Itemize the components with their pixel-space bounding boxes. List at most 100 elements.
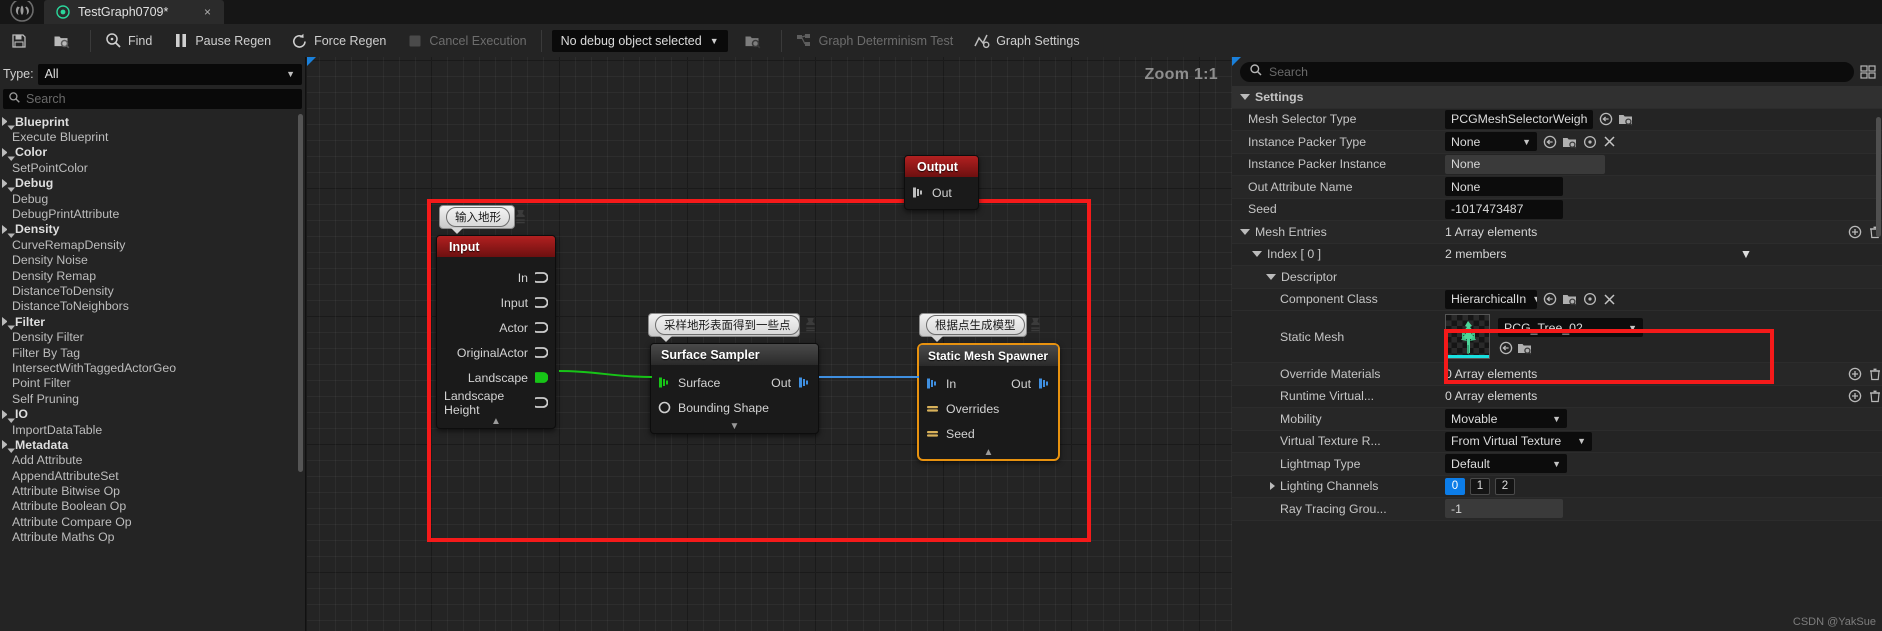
browse-content-button[interactable] — [43, 24, 86, 57]
pin-icon[interactable] — [531, 321, 549, 334]
node-static-mesh-spawner-seed[interactable]: Seed — [919, 421, 1058, 446]
close-icon[interactable] — [1602, 292, 1617, 307]
chevron-down-icon[interactable] — [1252, 251, 1262, 258]
value-dropdown[interactable]: Default ▼ — [1445, 454, 1567, 474]
pin-icon[interactable] — [926, 402, 939, 415]
palette-list[interactable]: Blueprint Execute Blueprint Color SetPointC… — [0, 114, 305, 630]
palette-item[interactable]: SetPointColor — [0, 160, 305, 175]
chevron-right-icon[interactable] — [1270, 482, 1275, 491]
graph-settings-button[interactable]: Graph Settings — [963, 24, 1089, 57]
delete-icon[interactable] — [1867, 366, 1882, 381]
node-input-port-actor[interactable]: Actor — [437, 315, 555, 340]
pause-regen-button[interactable]: Pause Regen — [162, 24, 281, 57]
graph-determinism-test-button[interactable]: Graph Determinism Test — [786, 24, 964, 57]
editor-tab-testgraph[interactable]: TestGraph0709* × — [44, 0, 224, 24]
chevron-down-icon[interactable] — [1266, 273, 1276, 280]
lighting-channel-2[interactable]: 2 — [1495, 477, 1515, 495]
palette-item[interactable]: ImportDataTable — [0, 422, 305, 437]
pin-bubble-icon[interactable] — [514, 209, 527, 225]
use-selected-icon[interactable] — [1582, 134, 1597, 149]
palette-category-filter[interactable]: Filter — [0, 314, 305, 331]
palette-item[interactable]: Debug — [0, 191, 305, 206]
palette-item[interactable]: Self Pruning — [0, 391, 305, 406]
comment-bubble-input[interactable]: 输入地形 — [439, 205, 525, 234]
node-surface-sampler-ports[interactable]: Surface Out — [651, 370, 818, 395]
chevron-down-icon[interactable] — [1240, 93, 1250, 100]
details-scrollbar[interactable] — [1876, 117, 1881, 237]
cancel-execution-button[interactable]: Cancel Execution — [396, 24, 536, 57]
node-input-collapse-toggle[interactable]: ▲ — [437, 415, 555, 428]
pin-icon[interactable] — [658, 376, 671, 389]
pin-icon[interactable] — [531, 296, 549, 309]
palette-item[interactable]: Density Filter — [0, 329, 305, 344]
node-input-port-originalactor[interactable]: OriginalActor — [437, 340, 555, 365]
node-surface-sampler[interactable]: Surface Sampler Surface Out Bounding Sha… — [650, 343, 819, 434]
close-icon[interactable]: × — [201, 5, 214, 19]
node-static-mesh-spawner-overrides[interactable]: Overrides — [919, 396, 1058, 421]
chevron-down-icon[interactable]: ▼ — [1740, 247, 1752, 261]
pin-icon[interactable] — [912, 186, 925, 199]
delete-icon[interactable] — [1867, 389, 1882, 404]
palette-category-color[interactable]: Color — [0, 145, 305, 161]
palette-item[interactable]: Density Remap — [0, 268, 305, 283]
surface-out-port[interactable]: Out — [771, 376, 811, 390]
palette-category-density[interactable]: Density — [0, 222, 305, 238]
comment-bubble-surface-sampler[interactable]: 采样地形表面得到一些点 — [648, 313, 815, 342]
palette-type-dropdown[interactable]: All ▼ — [37, 63, 302, 85]
pin-bubble-icon[interactable] — [804, 317, 817, 333]
palette-category-blueprint[interactable]: Blueprint — [0, 114, 305, 131]
pin-icon[interactable] — [531, 396, 549, 409]
palette-category-io[interactable]: IO — [0, 406, 305, 423]
pin-icon[interactable] — [1038, 377, 1051, 390]
palette-item[interactable]: Attribute Boolean Op — [0, 499, 305, 514]
pin-icon[interactable] — [531, 271, 549, 284]
reset-arrow-icon[interactable] — [1542, 292, 1557, 307]
add-icon[interactable] — [1847, 224, 1862, 239]
surface-in-port[interactable]: Surface — [658, 376, 720, 390]
lighting-channel-0[interactable]: 0 — [1445, 477, 1465, 495]
debug-browse-button[interactable] — [734, 24, 777, 57]
pin-icon[interactable] — [531, 346, 549, 359]
value-input[interactable]: -1017473487 — [1445, 199, 1563, 219]
node-input-port-landscape-height[interactable]: Landscape Height — [437, 389, 555, 417]
palette-item[interactable]: Attribute Compare Op — [0, 514, 305, 529]
palette-item[interactable]: Execute Blueprint — [0, 129, 305, 144]
node-output-port-out[interactable]: Out — [905, 180, 978, 205]
browse-folder-icon[interactable] — [1562, 134, 1577, 149]
use-selected-icon[interactable] — [1582, 292, 1597, 307]
palette-search-input[interactable]: Search — [3, 89, 302, 109]
palette-item[interactable]: DebugPrintAttribute — [0, 206, 305, 221]
palette-item[interactable]: Attribute Maths Op — [0, 530, 305, 545]
pin-icon[interactable] — [926, 377, 939, 390]
palette-item[interactable]: DistanceToDensity — [0, 283, 305, 298]
node-input-port-in[interactable]: In — [437, 265, 555, 290]
palette-item[interactable]: Density Noise — [0, 253, 305, 268]
reset-arrow-icon[interactable] — [1542, 134, 1557, 149]
pin-icon[interactable] — [658, 401, 671, 414]
palette-item[interactable]: AppendAttributeSet — [0, 468, 305, 483]
value-dropdown[interactable]: None ▼ — [1445, 132, 1537, 152]
palette-category-debug[interactable]: Debug — [0, 176, 305, 192]
debug-object-dropdown[interactable]: No debug object selected ▼ — [551, 29, 728, 52]
node-input-port-landscape[interactable]: Landscape — [437, 365, 555, 390]
add-icon[interactable] — [1847, 389, 1862, 404]
pin-icon[interactable] — [798, 376, 811, 389]
spawner-out-port[interactable]: Out — [1011, 377, 1051, 391]
node-static-mesh-spawner-ports[interactable]: In Out — [919, 371, 1058, 396]
palette-item[interactable]: Attribute Bitwise Op — [0, 483, 305, 498]
node-input[interactable]: Input In Input Actor OriginalActor Lands… — [436, 235, 556, 429]
browse-folder-icon[interactable] — [1562, 292, 1577, 307]
lighting-channel-1[interactable]: 1 — [1470, 477, 1490, 495]
reset-arrow-icon[interactable] — [1598, 112, 1613, 127]
force-regen-button[interactable]: Force Regen — [281, 24, 396, 57]
node-input-port-input[interactable]: Input — [437, 290, 555, 315]
node-static-mesh-spawner[interactable]: Static Mesh Spawner In Out Overrides See… — [917, 343, 1060, 461]
pin-bubble-icon[interactable] — [1029, 317, 1042, 333]
pin-icon[interactable] — [531, 371, 549, 384]
palette-item[interactable]: DistanceToNeighbors — [0, 299, 305, 314]
palette-scrollbar[interactable] — [298, 114, 303, 472]
pin-icon[interactable] — [926, 427, 939, 440]
save-button[interactable] — [0, 24, 43, 57]
value-input[interactable]: None — [1445, 177, 1563, 197]
value-dropdown[interactable]: From Virtual Texture ▼ — [1445, 431, 1592, 451]
